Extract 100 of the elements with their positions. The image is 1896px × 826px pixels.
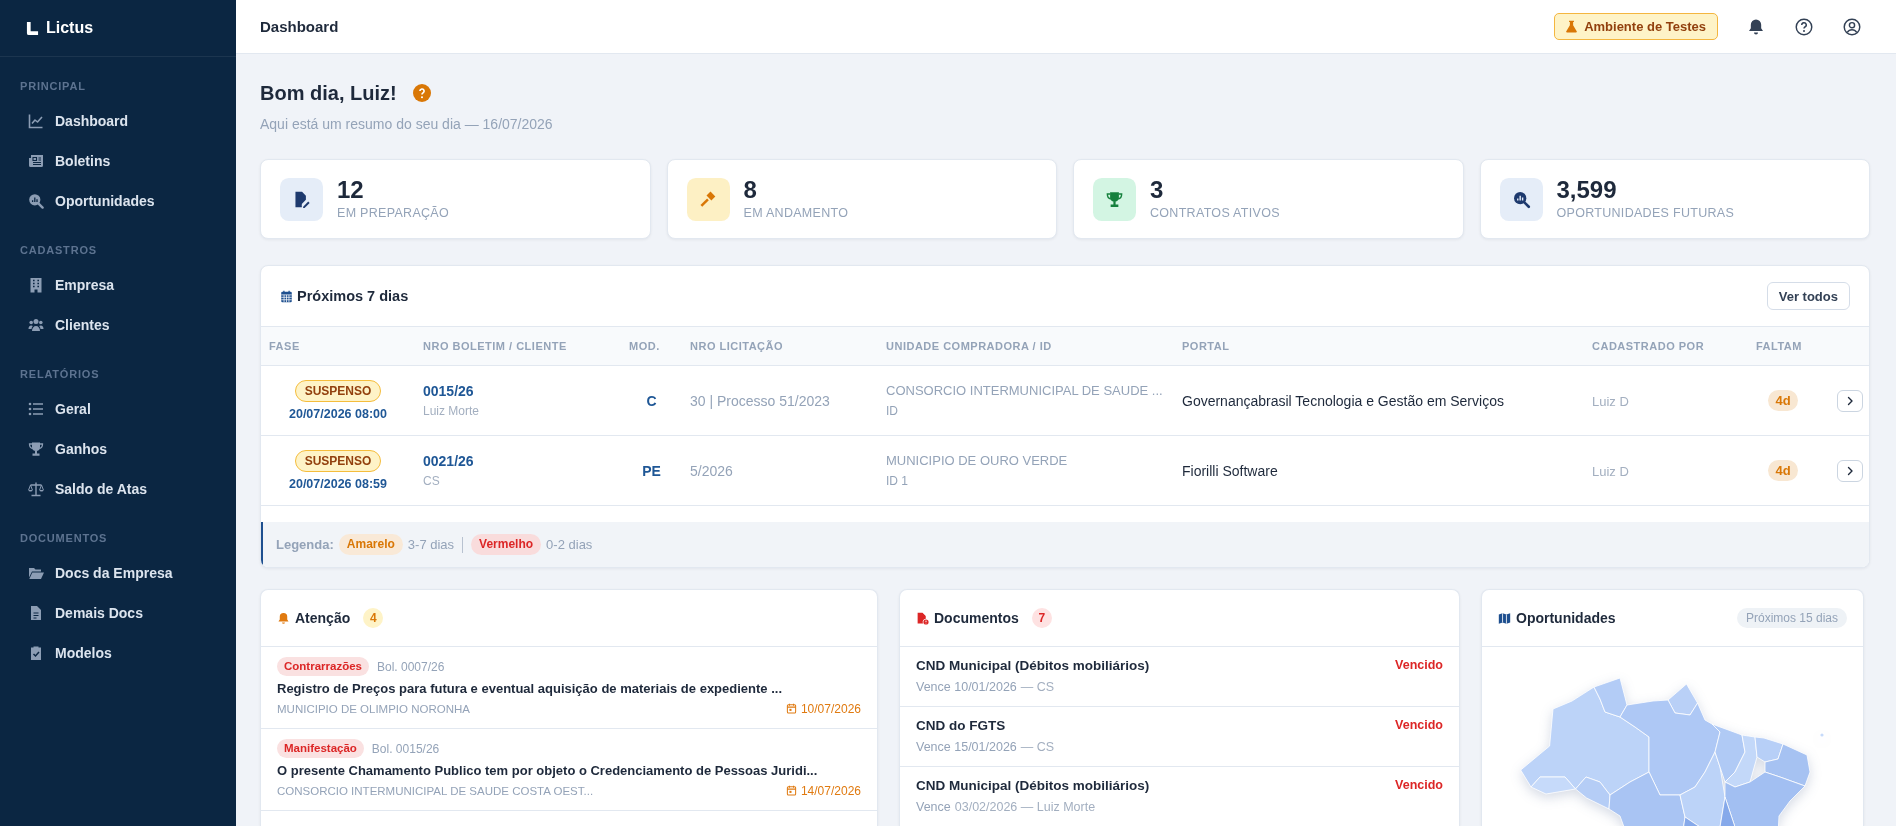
legend-range: 3-7 dias bbox=[407, 537, 455, 552]
unit-id: ID bbox=[886, 403, 898, 419]
stat-value: 12 bbox=[337, 177, 364, 203]
sidebar-item[interactable]: Clientes bbox=[0, 305, 236, 345]
modality-code: PE bbox=[642, 462, 661, 479]
document-title: CND do FGTS bbox=[916, 717, 1006, 733]
line-chart-icon bbox=[28, 113, 44, 129]
due-text: Vence 15/01/2026 bbox=[916, 739, 1017, 755]
sidebar-item[interactable]: Dashboard bbox=[0, 101, 236, 141]
organization-name: MUNICIPIO DE OLIMPIO NORONHA bbox=[277, 702, 470, 715]
item-title: Registro de Preços para futura e eventual aquisição de materiais de expediente ... bbox=[277, 680, 782, 698]
folder-icon bbox=[28, 565, 44, 581]
page-title: Dashboard bbox=[260, 18, 339, 35]
sidebar-item[interactable]: Oportunidades bbox=[0, 181, 236, 221]
client-name: Luiz Morte bbox=[423, 403, 480, 419]
column-header: UNIDADE COMPRADORA / ID bbox=[878, 326, 1174, 366]
registered-by: Luiz D bbox=[1592, 393, 1629, 409]
sidebar-item[interactable]: Modelos bbox=[0, 633, 236, 673]
bulletin-ref: Bol. 0015/26 bbox=[371, 741, 440, 756]
sidebar-item[interactable]: Ganhos bbox=[0, 429, 236, 469]
calendar-icon bbox=[785, 785, 797, 796]
sidebar-item[interactable]: Boletins bbox=[0, 141, 236, 181]
sidebar-item[interactable]: Empresa bbox=[0, 265, 236, 305]
organization-name: CONSORCIO INTERMUNICIPAL DE SAUDE COSTA OEST... bbox=[277, 784, 594, 797]
owner-text: — CS bbox=[1020, 679, 1055, 695]
gavel-icon bbox=[686, 177, 730, 221]
category-tag: Contrarrazões bbox=[277, 657, 369, 676]
legend-tag: Vermelho bbox=[471, 534, 542, 555]
portal-name: Fiorilli Software bbox=[1182, 462, 1278, 479]
phase-badge: SUSPENSO bbox=[294, 449, 382, 472]
balance-scale-icon bbox=[28, 481, 44, 497]
category-tag: Manifestação bbox=[277, 739, 364, 758]
flask-icon bbox=[1565, 20, 1579, 33]
bulletin-link[interactable]: 0021/26 bbox=[423, 452, 474, 470]
item-title: O presente Chamamento Publico tem por objeto o Credenciamento de Pessoas Juridi... bbox=[277, 762, 818, 780]
unit-id: ID 1 bbox=[886, 473, 908, 489]
card-title: Documentos bbox=[934, 610, 1019, 626]
bid-number: 5/2026 bbox=[690, 462, 733, 479]
bell-icon bbox=[277, 611, 290, 625]
bid-number: 30 | Processo 51/2023 bbox=[690, 392, 830, 409]
column-header: FALTAM bbox=[1748, 326, 1818, 366]
sidebar-item[interactable]: Saldo de Atas bbox=[0, 469, 236, 509]
stat-label: OPORTUNIDADES FUTURAS bbox=[1556, 206, 1735, 221]
date-text: 20/07/2026 08:00 bbox=[289, 405, 387, 422]
bulletin-ref: Bol. 0007/26 bbox=[376, 659, 445, 674]
column-header: NRO LICITAÇÃO bbox=[682, 326, 878, 366]
chevron-right-icon bbox=[1845, 395, 1855, 406]
list-icon bbox=[28, 401, 44, 417]
search-chart-icon bbox=[1499, 177, 1543, 221]
environment-badge[interactable]: Ambiente de Testes bbox=[1554, 13, 1718, 40]
owner-text: — CS bbox=[1020, 739, 1055, 755]
bell-icon bbox=[1747, 17, 1765, 36]
profile-button[interactable] bbox=[1842, 16, 1862, 37]
brand-name: Lictus bbox=[46, 19, 94, 37]
stat-label: CONTRATOS ATIVOS bbox=[1150, 206, 1280, 221]
panel-title: Próximos 7 dias bbox=[297, 288, 409, 304]
registered-by: Luiz D bbox=[1592, 463, 1629, 479]
legend-label: Legenda: bbox=[276, 537, 334, 552]
nav-section-title: DOCUMENTOS bbox=[20, 531, 108, 545]
chevron-right-icon bbox=[1845, 465, 1855, 476]
open-button[interactable] bbox=[1837, 389, 1863, 412]
view-all-button[interactable]: Ver todos bbox=[1766, 282, 1850, 310]
attention-item[interactable]: Contrarrazões Bol. 0007/26 Registro de Preços para futura e eventual aquisição de materiais de expediente ... MUNICIPIO DE OLIMPIO NORONHA 10/07/2026 bbox=[261, 647, 877, 729]
open-button[interactable] bbox=[1837, 459, 1863, 482]
buying-unit: CONSORCIO INTERMUNICIPAL DE SAUDE ... bbox=[886, 382, 1163, 400]
calendar-icon bbox=[280, 289, 293, 303]
bulletin-link[interactable]: 0015/26 bbox=[423, 382, 474, 400]
status-text: Vencido bbox=[1395, 658, 1443, 672]
nav-section-title: RELATÓRIOS bbox=[20, 367, 100, 381]
document-title: CND Municipal (Débitos mobiliários) bbox=[916, 777, 1150, 793]
column-header: MOD. bbox=[621, 326, 682, 366]
sidebar-item[interactable]: Demais Docs bbox=[0, 593, 236, 633]
due-text: Vence bbox=[916, 799, 951, 815]
document-pen-icon bbox=[280, 177, 323, 221]
greeting-subtitle: Aqui está um resumo do seu dia — 16/07/2026 bbox=[260, 115, 553, 133]
attention-item[interactable]: Manifestação Bol. 0015/26 O presente Chamamento Publico tem por objeto o Credenciamento de Pessoas Juridi... CONSORCIO INTERMUNICIPAL DE SAUDE COSTA OEST... 14/07/2026 bbox=[261, 729, 877, 811]
column-header: PORTAL bbox=[1174, 326, 1584, 366]
phase-badge: SUSPENSO bbox=[294, 379, 382, 402]
document-item[interactable]: CND do FGTS Vencido Vence 15/01/2026 — CS bbox=[900, 707, 1459, 767]
stat-value: 3 bbox=[1150, 177, 1164, 203]
help-button[interactable] bbox=[1794, 16, 1814, 37]
users-icon bbox=[28, 317, 44, 333]
newspaper-icon bbox=[28, 153, 44, 169]
help-icon bbox=[412, 84, 431, 102]
status-text: Vencido bbox=[1395, 778, 1443, 792]
trophy-icon bbox=[1093, 177, 1136, 221]
sidebar-item[interactable]: Geral bbox=[0, 389, 236, 429]
days-left-badge: 4d bbox=[1768, 460, 1798, 481]
card-title: Atenção bbox=[295, 610, 351, 626]
stat-value: 8 bbox=[743, 177, 757, 203]
document-item[interactable]: CND Municipal (Débitos mobiliários) Vencido Vence 03/02/2026 — Luiz Morte bbox=[900, 767, 1459, 826]
stat-value: 3,599 bbox=[1556, 177, 1617, 203]
stat-label: EM ANDAMENTO bbox=[743, 206, 849, 221]
sidebar-item[interactable]: Docs da Empresa bbox=[0, 553, 236, 593]
due-text: Vence 10/01/2026 bbox=[916, 679, 1017, 695]
logo-icon bbox=[26, 20, 39, 36]
client-name: CS bbox=[423, 473, 440, 489]
document-item[interactable]: CND Municipal (Débitos mobiliários) Vencido Vence 10/01/2026 — CS bbox=[900, 647, 1459, 707]
column-header: NRO BOLETIM / CLIENTE bbox=[415, 326, 621, 366]
due-date: 10/07/2026 bbox=[800, 701, 861, 716]
